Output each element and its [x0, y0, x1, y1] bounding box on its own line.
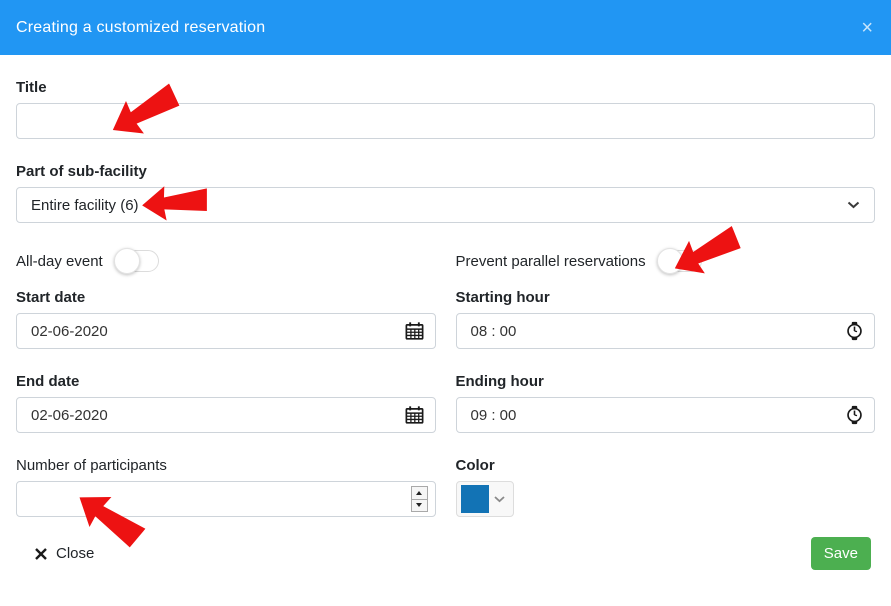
number-stepper[interactable]	[411, 486, 428, 512]
close-button-label: Close	[56, 545, 94, 562]
starting-hour-group: Starting hour	[456, 289, 876, 349]
sub-facility-group: Part of sub-facility Entire facility (6)	[16, 163, 875, 223]
prevent-parallel-group: Prevent parallel reservations	[456, 250, 876, 272]
modal-footer: Close Save	[0, 537, 891, 570]
toggle-knob	[657, 248, 683, 274]
sub-facility-selected-value: Entire facility (6)	[31, 197, 139, 214]
all-day-group: All-day event	[16, 250, 436, 272]
end-date-group: End date	[16, 373, 436, 433]
color-label: Color	[456, 457, 876, 474]
end-date-label: End date	[16, 373, 436, 390]
arrow-up-icon	[416, 491, 422, 495]
ending-hour-group: Ending hour	[456, 373, 876, 433]
clock-icon[interactable]	[846, 322, 863, 341]
close-x-icon[interactable]: ×	[861, 18, 873, 38]
title-field-group: Title	[16, 79, 875, 139]
prevent-parallel-label: Prevent parallel reservations	[456, 253, 646, 270]
all-day-label: All-day event	[16, 253, 103, 270]
start-date-label: Start date	[16, 289, 436, 306]
chevron-down-icon	[847, 201, 860, 209]
calendar-icon[interactable]	[405, 322, 424, 341]
end-row: End date	[16, 373, 875, 433]
modal-header: Creating a customized reservation ×	[0, 0, 891, 55]
modal-title: Creating a customized reservation	[16, 19, 265, 37]
clock-icon[interactable]	[846, 406, 863, 425]
ending-hour-label: Ending hour	[456, 373, 876, 390]
close-x-icon	[35, 548, 47, 560]
sub-facility-select[interactable]: Entire facility (6)	[16, 187, 875, 223]
chevron-down-icon	[494, 496, 505, 503]
calendar-icon[interactable]	[405, 406, 424, 425]
stepper-up-button[interactable]	[412, 487, 427, 500]
participants-input[interactable]	[16, 481, 436, 517]
starting-hour-input[interactable]	[456, 313, 876, 349]
color-group: Color	[456, 457, 876, 517]
participants-group: Number of participants	[16, 457, 436, 517]
toggles-row: All-day event Prevent parallel reservati…	[16, 247, 875, 275]
starting-hour-label: Starting hour	[456, 289, 876, 306]
start-date-group: Start date	[16, 289, 436, 349]
save-button[interactable]: Save	[811, 537, 871, 570]
close-button[interactable]: Close	[35, 545, 94, 562]
toggle-knob	[114, 248, 140, 274]
participants-color-row: Number of participants Color	[16, 457, 875, 517]
color-swatch	[461, 485, 489, 513]
start-row: Start date	[16, 289, 875, 349]
title-label: Title	[16, 79, 875, 96]
modal-body: Title Part of sub-facility Entire facili…	[0, 55, 891, 517]
sub-facility-label: Part of sub-facility	[16, 163, 875, 180]
stepper-down-button[interactable]	[412, 500, 427, 512]
start-date-input[interactable]	[16, 313, 436, 349]
participants-label: Number of participants	[16, 457, 436, 474]
all-day-toggle[interactable]	[115, 250, 159, 272]
prevent-parallel-toggle[interactable]	[658, 250, 702, 272]
end-date-input[interactable]	[16, 397, 436, 433]
color-picker-button[interactable]	[456, 481, 514, 517]
arrow-down-icon	[416, 503, 422, 507]
title-input[interactable]	[16, 103, 875, 139]
ending-hour-input[interactable]	[456, 397, 876, 433]
